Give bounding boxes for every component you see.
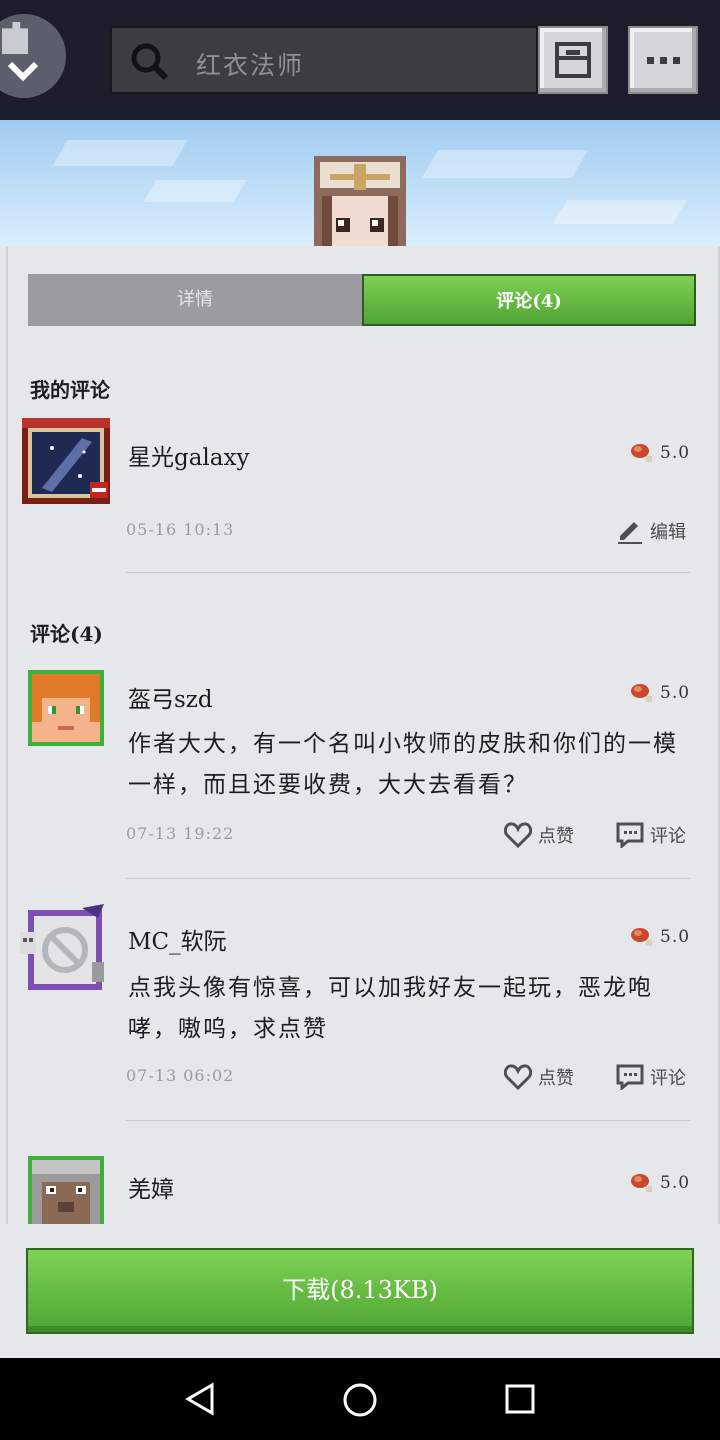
recents-icon[interactable]: [504, 1383, 536, 1415]
divider: [126, 572, 690, 573]
rating: 5.0: [630, 442, 690, 464]
search-icon: [131, 43, 169, 81]
tab-details[interactable]: 详情: [28, 274, 362, 326]
username[interactable]: MC_软阮: [128, 922, 227, 956]
like-button[interactable]: 点赞: [504, 822, 574, 848]
avatar[interactable]: [20, 904, 110, 994]
folder-icon: [555, 42, 591, 78]
username[interactable]: 星光galaxy: [128, 438, 249, 472]
rating-value: 5.0: [660, 1173, 691, 1193]
heart-icon: [504, 822, 532, 848]
skin-preview-banner: [0, 120, 720, 246]
reply-button[interactable]: 评论: [616, 822, 686, 848]
my-review-heading: 我的评论: [30, 378, 110, 402]
comment-icon: [616, 822, 644, 848]
avatar[interactable]: [28, 670, 104, 746]
download-button[interactable]: 下载(8.13KB): [26, 1248, 694, 1334]
like-label: 点赞: [538, 1068, 574, 1089]
pencil-icon: [618, 522, 642, 544]
drumstick-icon: [631, 684, 652, 702]
comment-icon: [616, 1064, 644, 1090]
reviews-heading: 评论(4): [30, 622, 103, 646]
drumstick-icon: [631, 1174, 652, 1192]
avatar[interactable]: [22, 418, 110, 504]
more-icon: [647, 57, 680, 64]
edit-label: 编辑: [650, 522, 686, 543]
rating: 5.0: [630, 1172, 690, 1194]
timestamp: 05-16 10:13: [126, 520, 235, 539]
divider: [126, 878, 690, 879]
content-panel: 详情 评论(4) 我的评论 星光galaxy 5.0 05-16 10:13 编…: [6, 246, 720, 1224]
timestamp: 07-13 06:02: [126, 1066, 235, 1085]
username[interactable]: 盔弓szd: [128, 680, 213, 714]
search-placeholder: 红衣法师: [196, 51, 305, 80]
comment-text: 作者大大，有一个名叫小牧师的皮肤和你们的一模一样，而且还要收费，大大去看看？: [128, 731, 678, 798]
system-nav-bar: [0, 1358, 720, 1440]
reply-button[interactable]: 评论: [616, 1064, 686, 1090]
rating: 5.0: [630, 682, 690, 704]
drumstick-icon: [631, 928, 652, 946]
tab-comments[interactable]: 评论(4): [362, 274, 696, 326]
collapse-button[interactable]: [0, 14, 66, 98]
comment-text: 点我头像有惊喜，可以加我好友一起玩，恶龙咆哮，嗷呜，求点赞: [128, 975, 653, 1042]
reply-label: 评论: [650, 826, 686, 847]
like-button[interactable]: 点赞: [504, 1064, 574, 1090]
divider: [126, 1120, 690, 1121]
edit-button[interactable]: 编辑: [616, 518, 686, 544]
heart-icon: [504, 1064, 532, 1090]
rating-value: 5.0: [660, 683, 691, 703]
search-input[interactable]: 红衣法师: [110, 26, 538, 94]
download-bar: 下载(8.13KB): [0, 1224, 720, 1358]
top-bar: 红衣法师: [0, 0, 720, 120]
skin-head-image: [314, 156, 406, 246]
rating-value: 5.0: [660, 443, 691, 463]
timestamp: 07-13 19:22: [126, 824, 235, 843]
drumstick-icon: [631, 444, 652, 462]
bookmark-button[interactable]: [538, 26, 608, 94]
avatar[interactable]: [28, 1156, 104, 1224]
more-options-button[interactable]: [628, 26, 698, 94]
username[interactable]: 羌嫜: [128, 1170, 174, 1204]
chevron-down-icon: [7, 61, 39, 82]
home-icon[interactable]: [342, 1382, 378, 1418]
reply-label: 评论: [650, 1068, 686, 1089]
rating-value: 5.0: [660, 927, 691, 947]
rating: 5.0: [630, 926, 690, 948]
back-icon[interactable]: [184, 1382, 216, 1416]
puzzle-icon: [2, 22, 28, 54]
like-label: 点赞: [538, 826, 574, 847]
